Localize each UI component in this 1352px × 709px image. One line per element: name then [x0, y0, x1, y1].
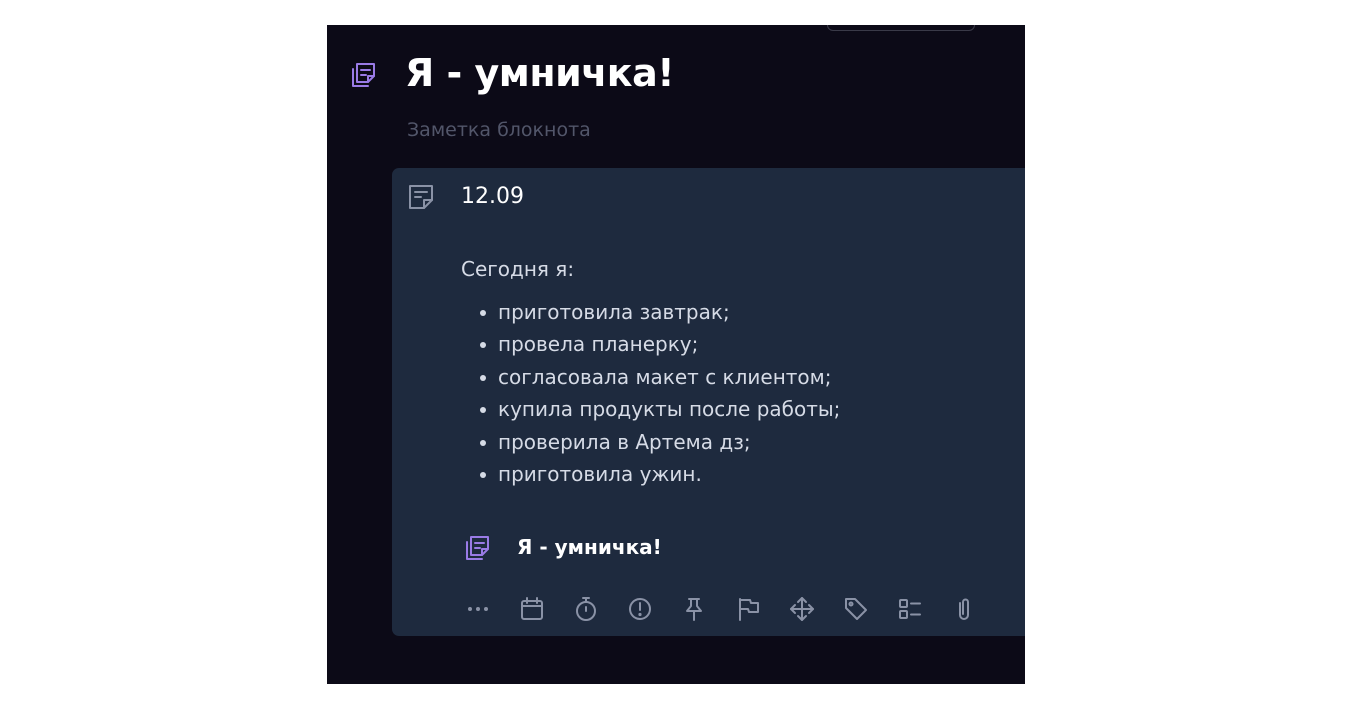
priority-icon[interactable]	[623, 592, 657, 626]
list-item: приготовила завтрак;	[478, 296, 840, 328]
more-icon[interactable]	[461, 592, 495, 626]
note-icon	[405, 181, 437, 213]
list-item: купила продукты после работы;	[478, 393, 840, 425]
notebook-link-label: Я - умничка!	[517, 535, 662, 559]
list-item: согласовала макет с клиентом;	[478, 361, 840, 393]
notebook-icon	[347, 59, 379, 91]
calendar-icon[interactable]	[515, 592, 549, 626]
checklist-icon[interactable]	[893, 592, 927, 626]
note-date: 12.09	[461, 184, 524, 209]
top-control[interactable]	[827, 25, 975, 31]
list-item: приготовила ужин.	[478, 458, 840, 490]
note-list: приготовила завтрак; провела планерку; с…	[478, 296, 840, 490]
timer-icon[interactable]	[569, 592, 603, 626]
note-card[interactable]: 12.09 Сегодня я: приготовила завтрак; пр…	[392, 168, 1025, 636]
list-item: проверила в Артема дз;	[478, 426, 840, 458]
tag-icon[interactable]	[839, 592, 873, 626]
note-window: Я - умничка! Заметка блокнота 12.09 Сего…	[327, 25, 1025, 684]
move-icon[interactable]	[785, 592, 819, 626]
flag-icon[interactable]	[731, 592, 765, 626]
page-subtitle: Заметка блокнота	[407, 119, 591, 141]
page-title: Я - умничка!	[405, 51, 675, 95]
notebook-icon	[461, 532, 493, 564]
pin-icon[interactable]	[677, 592, 711, 626]
list-item: провела планерку;	[478, 328, 840, 360]
note-intro: Сегодня я:	[461, 257, 575, 281]
attachment-icon[interactable]	[947, 592, 981, 626]
